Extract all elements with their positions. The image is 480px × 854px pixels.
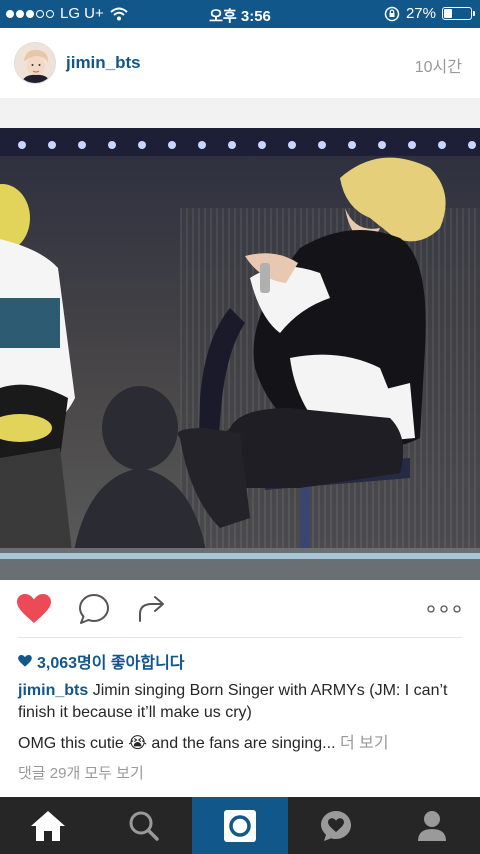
- avatar[interactable]: [14, 42, 56, 84]
- more-link[interactable]: 더 보기: [340, 735, 389, 752]
- small-heart-icon: [18, 655, 32, 667]
- profile-icon: [418, 810, 446, 841]
- camera-icon: [224, 809, 256, 842]
- likes-label: 3,063명이 좋아합니다: [37, 655, 185, 672]
- battery-percent: 27%: [405, 5, 436, 22]
- activity-heart-icon: [321, 810, 351, 841]
- heart-filled-icon: [17, 594, 51, 623]
- share-button[interactable]: [134, 591, 170, 627]
- caption-username[interactable]: jimin_bts: [18, 682, 88, 699]
- tab-bar: [0, 797, 480, 854]
- tab-camera[interactable]: [192, 797, 288, 854]
- battery-icon: [442, 7, 475, 20]
- post-username[interactable]: jimin_bts: [66, 53, 141, 73]
- likes-count[interactable]: 3,063명이 좋아합니다: [18, 649, 185, 673]
- view-all-comments-link[interactable]: 댓글 29개 모두 보기: [18, 762, 144, 783]
- comment-bubble-icon: [79, 594, 109, 624]
- more-options-button[interactable]: [426, 591, 462, 627]
- comment-text: OMG this cutie 😭 and the fans are singin…: [18, 735, 336, 752]
- post-video[interactable]: [0, 98, 480, 580]
- status-bar: LG U+ 오후 3:56 27%: [0, 0, 480, 28]
- status-right: 27%: [384, 5, 475, 22]
- rotation-lock-icon: [384, 6, 400, 21]
- tab-search[interactable]: [96, 797, 192, 854]
- search-icon: [129, 811, 159, 841]
- tab-profile[interactable]: [384, 797, 480, 854]
- share-arrow-icon: [139, 596, 164, 622]
- post-actions: [0, 585, 480, 633]
- post-timestamp: 10시간: [414, 59, 462, 76]
- like-button[interactable]: [16, 591, 52, 627]
- ellipsis-icon: [427, 605, 461, 613]
- home-icon: [31, 810, 65, 841]
- tab-home[interactable]: [0, 797, 96, 854]
- post-header: jimin_bts 10시간: [0, 28, 480, 98]
- comment-button[interactable]: [76, 591, 112, 627]
- comment-preview: OMG this cutie 😭 and the fans are singin…: [18, 733, 468, 755]
- tab-activity[interactable]: [288, 797, 384, 854]
- actions-divider: [18, 637, 462, 638]
- post-caption: jimin_bts Jimin singing Born Singer with…: [18, 680, 468, 724]
